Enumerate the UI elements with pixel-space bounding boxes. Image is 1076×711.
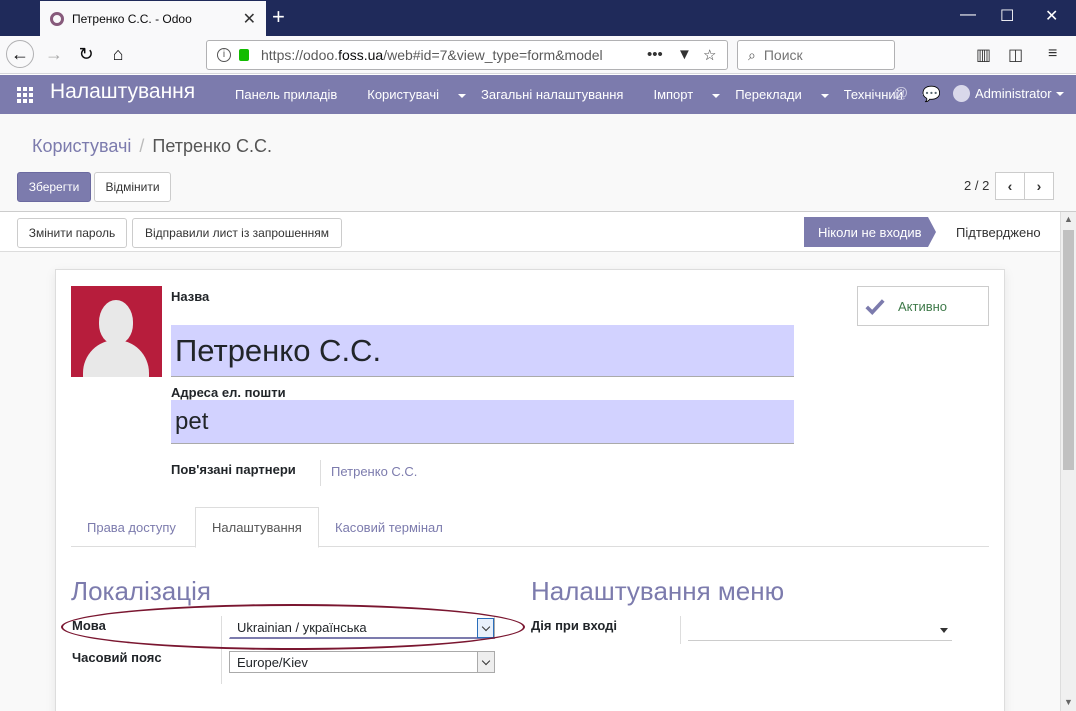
- odoo-main-menu: Налаштування Панель приладів Користувачі…: [0, 75, 1076, 114]
- menu-users[interactable]: Користувачі: [367, 87, 467, 102]
- back-icon[interactable]: ←: [6, 40, 34, 68]
- user-photo[interactable]: [71, 286, 162, 377]
- browser-tab[interactable]: Петренко С.С. - Odoo ✕: [40, 1, 266, 36]
- menu-translations[interactable]: Переклади: [735, 87, 829, 102]
- form-view: Змінити пароль Відправили лист із запрош…: [0, 212, 1060, 711]
- save-button[interactable]: Зберегти: [17, 172, 91, 202]
- minimize-icon[interactable]: —: [960, 6, 976, 24]
- apps-grid-icon[interactable]: [17, 87, 33, 103]
- discard-button[interactable]: Відмінити: [94, 172, 171, 202]
- maximize-icon[interactable]: ☐: [1000, 6, 1014, 26]
- timezone-label: Часовий пояс: [72, 650, 162, 665]
- email-label: Адреса ел. пошти: [171, 385, 286, 400]
- localization-title: Локалізація: [71, 576, 212, 606]
- tab-preferences[interactable]: Налаштування: [195, 507, 319, 548]
- chevron-down-icon: [712, 93, 721, 98]
- hamburger-menu-icon[interactable]: ≡: [1048, 45, 1057, 63]
- odoo-favicon-icon: [50, 11, 64, 26]
- notebook-tabs: Права доступу Налаштування Касовий термі…: [71, 507, 989, 548]
- search-icon: ⌕: [748, 46, 756, 63]
- menu-general-settings[interactable]: Загальні налаштування: [481, 87, 638, 102]
- top-menu-items: Панель приладів Користувачі Загальні нал…: [235, 87, 945, 102]
- browser-nav-bar: ← → ↻ ⌂ i https://odoo.foss.ua/web#id=7&…: [0, 36, 1076, 74]
- status-stage-never-connected[interactable]: Ніколи не входив: [804, 217, 936, 247]
- language-value: Ukrainian / українська: [237, 620, 367, 635]
- menu-settings-title: Налаштування меню: [531, 576, 785, 606]
- info-icon[interactable]: i: [217, 48, 231, 62]
- chevron-down-icon: [940, 628, 948, 633]
- breadcrumb-current: Петренко С.С.: [152, 136, 273, 156]
- pocket-icon[interactable]: ▼: [677, 46, 692, 63]
- user-name: Administrator: [975, 86, 1052, 101]
- language-select[interactable]: Ukrainian / українська: [229, 617, 495, 639]
- person-silhouette-icon: [99, 300, 133, 344]
- browser-tab-bar: Петренко С.С. - Odoo ✕ + — ☐ ✕: [0, 0, 1076, 36]
- name-field[interactable]: Петренко С.С.: [171, 325, 794, 377]
- new-tab-icon[interactable]: +: [272, 4, 285, 30]
- pager-value: 2 / 2: [964, 178, 990, 193]
- breadcrumb-users-link[interactable]: Користувачі: [32, 136, 131, 156]
- bookmark-star-icon[interactable]: ☆: [703, 46, 716, 64]
- browser-search-input[interactable]: [763, 47, 884, 63]
- menu-import[interactable]: Імпорт: [653, 87, 721, 102]
- sidebar-icon[interactable]: ◫: [1008, 45, 1023, 65]
- close-window-icon[interactable]: ✕: [1045, 6, 1058, 26]
- library-icon[interactable]: ▥: [976, 45, 991, 65]
- browser-search-box[interactable]: ⌕: [737, 40, 895, 70]
- form-statusbar: Змінити пароль Відправили лист із запрош…: [0, 212, 1060, 252]
- change-password-button[interactable]: Змінити пароль: [17, 218, 127, 248]
- scrollbar-thumb[interactable]: [1063, 230, 1074, 470]
- scroll-down-icon[interactable]: ▼: [1064, 697, 1073, 707]
- chevron-down-icon: [1055, 91, 1064, 96]
- send-invitation-button[interactable]: Відправили лист із запрошенням: [132, 218, 342, 248]
- tab-title: Петренко С.С. - Odoo: [72, 11, 192, 26]
- control-panel: Користувачі / Петренко С.С. Зберегти Відмі…: [0, 114, 1076, 212]
- app-title: Налаштування: [50, 80, 196, 103]
- menu-dashboard[interactable]: Панель приладів: [235, 87, 352, 102]
- check-icon: [865, 299, 885, 316]
- timezone-select[interactable]: Europe/Kiev: [229, 651, 495, 673]
- close-tab-icon[interactable]: ✕: [243, 9, 256, 29]
- tab-access-rights[interactable]: Права доступу: [71, 507, 192, 548]
- reload-icon[interactable]: ↻: [72, 40, 100, 68]
- form-sheet: Назва Петренко С.С. Адреса ел. пошти pet…: [55, 269, 1005, 711]
- lock-icon: [239, 49, 249, 61]
- chevron-down-icon[interactable]: [477, 652, 494, 672]
- avatar: [953, 85, 970, 102]
- chevron-down-icon: [458, 93, 467, 98]
- partners-link[interactable]: Петренко С.С.: [320, 460, 417, 486]
- home-action-label: Дія при вході: [531, 618, 617, 633]
- partners-label: Пов'язані партнери: [171, 462, 296, 477]
- tab-point-of-sale[interactable]: Касовий термінал: [319, 507, 459, 548]
- home-action-select[interactable]: [688, 619, 952, 641]
- url-bar[interactable]: i https://odoo.foss.ua/web#id=7&view_typ…: [206, 40, 728, 70]
- mentions-icon[interactable]: @: [893, 85, 908, 102]
- language-label: Мова: [72, 618, 106, 633]
- breadcrumb-separator: /: [139, 136, 145, 156]
- active-label: Активно: [898, 298, 948, 314]
- menu-technical[interactable]: Технічний: [844, 87, 930, 102]
- chevron-down-icon: [820, 93, 829, 98]
- name-label: Назва: [171, 289, 210, 304]
- status-stage-confirmed[interactable]: Підтверджено: [956, 217, 1041, 247]
- pager-previous-button[interactable]: ‹: [995, 172, 1025, 200]
- timezone-value: Europe/Kiev: [237, 654, 308, 670]
- page-actions-icon[interactable]: •••: [647, 46, 663, 63]
- scroll-up-icon[interactable]: ▲: [1064, 214, 1073, 224]
- forward-icon[interactable]: →: [40, 40, 68, 68]
- chat-icon[interactable]: 💬: [922, 85, 941, 103]
- email-field[interactable]: pet: [171, 400, 794, 444]
- page-scrollbar[interactable]: ▲ ▼: [1060, 212, 1076, 711]
- user-menu[interactable]: Administrator: [953, 85, 1064, 102]
- home-icon[interactable]: ⌂: [104, 40, 132, 68]
- chevron-down-icon[interactable]: [477, 618, 494, 638]
- active-toggle-button[interactable]: Активно: [857, 286, 989, 326]
- breadcrumb: Користувачі / Петренко С.С.: [32, 136, 272, 157]
- url-text[interactable]: https://odoo.foss.ua/web#id=7&view_type=…: [261, 47, 631, 63]
- pager-next-button[interactable]: ›: [1024, 172, 1054, 200]
